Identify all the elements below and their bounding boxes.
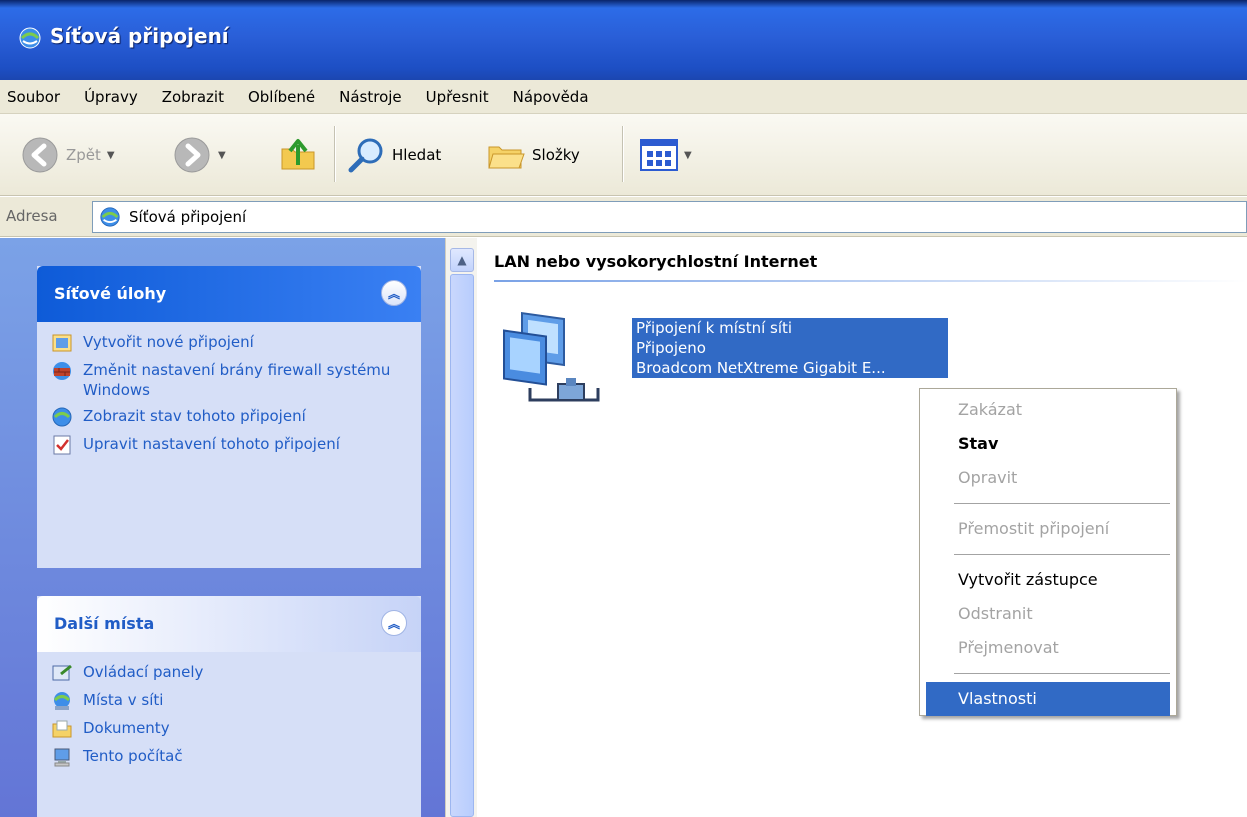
properties-icon <box>53 435 71 455</box>
menu-file[interactable]: Soubor <box>0 80 72 114</box>
menu-edit[interactable]: Úpravy <box>72 80 150 114</box>
place-label: Místa v síti <box>83 691 164 709</box>
context-menu: Zakázat Stav Opravit Přemostit připojení… <box>919 388 1177 716</box>
network-connections-icon <box>19 27 41 49</box>
network-connections-icon <box>100 207 120 227</box>
up-folder-button[interactable] <box>278 130 318 180</box>
back-label: Zpět <box>66 146 101 164</box>
menu-advanced[interactable]: Upřesnit <box>414 80 501 114</box>
menu-item-repair[interactable]: Opravit <box>920 461 1176 495</box>
search-label: Hledat <box>392 146 442 164</box>
forward-button[interactable]: ▼ <box>172 130 226 180</box>
connection-item[interactable]: Připojení k místní síti Připojeno Broadc… <box>500 308 948 408</box>
other-places-header[interactable]: Další místa ︽ <box>37 596 421 652</box>
search-icon <box>348 138 383 173</box>
views-icon <box>640 139 678 171</box>
address-label: Adresa <box>6 207 58 225</box>
task-edit-settings[interactable]: Upravit nastavení tohoto připojení <box>51 434 411 456</box>
menu-separator <box>954 554 1170 555</box>
menu-favorites[interactable]: Oblíbené <box>236 80 327 114</box>
address-bar: Adresa Síťová připojení <box>0 197 1247 237</box>
folders-button[interactable]: Složky <box>486 130 580 180</box>
place-label: Ovládací panely <box>83 663 204 681</box>
menu-bar: Soubor Úpravy Zobrazit Oblíbené Nástroje… <box>0 80 1247 114</box>
task-label: Upravit nastavení tohoto připojení <box>83 435 340 453</box>
forward-dropdown-icon[interactable]: ▼ <box>218 150 226 161</box>
connection-device: Broadcom NetXtreme Gigabit E... <box>636 359 886 377</box>
documents-icon <box>52 720 72 738</box>
collapse-icon[interactable]: ︽ <box>381 280 407 306</box>
menu-item-bridge[interactable]: Přemostit připojení <box>920 512 1176 546</box>
connection-status: Připojeno <box>636 339 706 357</box>
scroll-thumb[interactable] <box>450 274 474 817</box>
task-firewall-settings[interactable]: Změnit nastavení brány firewall systému … <box>51 360 411 400</box>
back-dropdown-icon[interactable]: ▼ <box>107 150 115 161</box>
menu-item-delete[interactable]: Odstranit <box>920 597 1176 631</box>
group-title: LAN nebo vysokorychlostní Internet <box>494 252 818 271</box>
menu-item-status[interactable]: Stav <box>920 427 1176 461</box>
menu-help[interactable]: Nápověda <box>501 80 601 114</box>
views-button[interactable]: ▼ <box>640 130 692 180</box>
menu-item-create-shortcut[interactable]: Vytvořit zástupce <box>920 563 1176 597</box>
address-value: Síťová připojení <box>129 208 247 226</box>
menu-item-rename[interactable]: Přejmenovat <box>920 631 1176 665</box>
new-connection-icon <box>52 334 72 352</box>
address-input[interactable]: Síťová připojení <box>92 201 1247 233</box>
window-title: Síťová připojení <box>50 24 229 48</box>
lan-connection-icon <box>503 311 600 402</box>
up-folder-icon <box>281 139 315 170</box>
menu-view[interactable]: Zobrazit <box>150 80 236 114</box>
network-tasks-title: Síťové úlohy <box>54 284 167 303</box>
place-label: Tento počítač <box>83 747 183 765</box>
menu-separator <box>954 503 1170 504</box>
menu-tools[interactable]: Nástroje <box>327 80 414 114</box>
task-label: Zobrazit stav tohoto připojení <box>83 407 306 425</box>
title-bar[interactable]: Síťová připojení <box>0 0 1247 80</box>
group-divider <box>494 280 1247 282</box>
place-documents[interactable]: Dokumenty <box>51 718 411 740</box>
task-pane: Síťové úlohy ︽ Vytvořit nové připojení Z… <box>0 238 445 817</box>
network-places-icon <box>53 692 71 710</box>
folders-icon <box>488 146 525 169</box>
back-arrow-icon <box>22 137 58 173</box>
folders-label: Složky <box>532 146 580 164</box>
task-create-connection[interactable]: Vytvořit nové připojení <box>51 332 411 354</box>
firewall-icon <box>53 362 71 380</box>
task-view-status[interactable]: Zobrazit stav tohoto připojení <box>51 406 411 428</box>
task-pane-scrollbar[interactable]: ▲ <box>445 238 477 817</box>
menu-item-properties[interactable]: Vlastnosti <box>926 682 1170 716</box>
views-dropdown-icon[interactable]: ▼ <box>684 150 692 161</box>
scroll-up-icon[interactable]: ▲ <box>450 248 474 272</box>
connection-name: Připojení k místní síti <box>636 319 793 337</box>
other-places-title: Další místa <box>54 614 155 633</box>
network-tasks-header[interactable]: Síťové úlohy ︽ <box>37 266 421 322</box>
menu-item-disable[interactable]: Zakázat <box>920 393 1176 427</box>
status-icon <box>52 407 72 427</box>
place-network-places[interactable]: Místa v síti <box>51 690 411 712</box>
place-control-panel[interactable]: Ovládací panely <box>51 662 411 684</box>
back-button[interactable]: Zpět ▼ <box>20 130 115 180</box>
toolbar: Zpět ▼ ▼ Hledat Složky ▼ <box>0 114 1247 196</box>
search-button[interactable]: Hledat <box>346 130 441 180</box>
control-panel-icon <box>52 664 72 681</box>
network-tasks-panel: Síťové úlohy ︽ Vytvořit nové připojení Z… <box>37 266 421 568</box>
toolbar-separator <box>334 126 336 182</box>
task-label: Vytvořit nové připojení <box>83 333 254 351</box>
collapse-icon[interactable]: ︽ <box>381 610 407 636</box>
toolbar-separator <box>622 126 624 182</box>
place-my-computer[interactable]: Tento počítač <box>51 746 411 768</box>
other-places-panel: Další místa ︽ Ovládací panely Místa v sí… <box>37 596 421 817</box>
place-label: Dokumenty <box>83 719 170 737</box>
connection-label[interactable]: Připojení k místní síti Připojeno Broadc… <box>632 318 948 378</box>
task-label: Změnit nastavení brány firewall systému … <box>83 361 391 399</box>
forward-arrow-icon <box>174 137 210 173</box>
menu-separator <box>954 673 1170 674</box>
my-computer-icon <box>54 748 70 767</box>
